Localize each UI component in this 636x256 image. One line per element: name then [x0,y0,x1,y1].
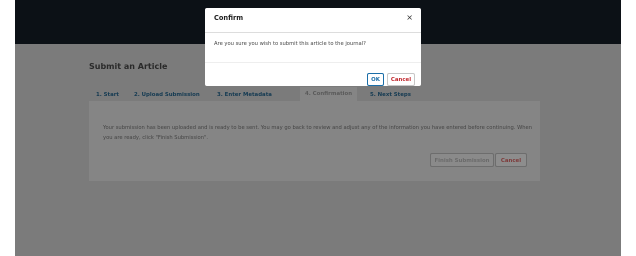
tab-upload-submission[interactable]: 2. Upload Submission [134,88,200,102]
confirm-dialog: Confirm × Are you sure you wish to submi… [205,8,421,86]
tab-next-steps[interactable]: 5. Next Steps [370,88,411,102]
dialog-message: Are you sure you wish to submit this art… [214,41,366,47]
dialog-footer: OK Cancel [205,62,421,87]
confirmation-text: Your submission has been uploaded and is… [103,125,533,141]
cancel-button[interactable]: Cancel [387,73,415,86]
finish-submission-button[interactable]: Finish Submission [430,153,494,167]
cancel-submission-button[interactable]: Cancel [495,153,527,167]
ok-button[interactable]: OK [367,73,384,86]
tab-confirmation[interactable]: 4. Confirmation [300,87,358,102]
dialog-header: Confirm × [205,8,421,33]
dialog-title: Confirm [214,14,244,22]
tab-start[interactable]: 1. Start [96,88,119,102]
confirmation-panel: Your submission has been uploaded and is… [89,101,540,181]
close-icon[interactable]: × [406,13,413,23]
page-title: Submit an Article [89,62,168,71]
tab-enter-metadata[interactable]: 3. Enter Metadata [217,88,272,102]
